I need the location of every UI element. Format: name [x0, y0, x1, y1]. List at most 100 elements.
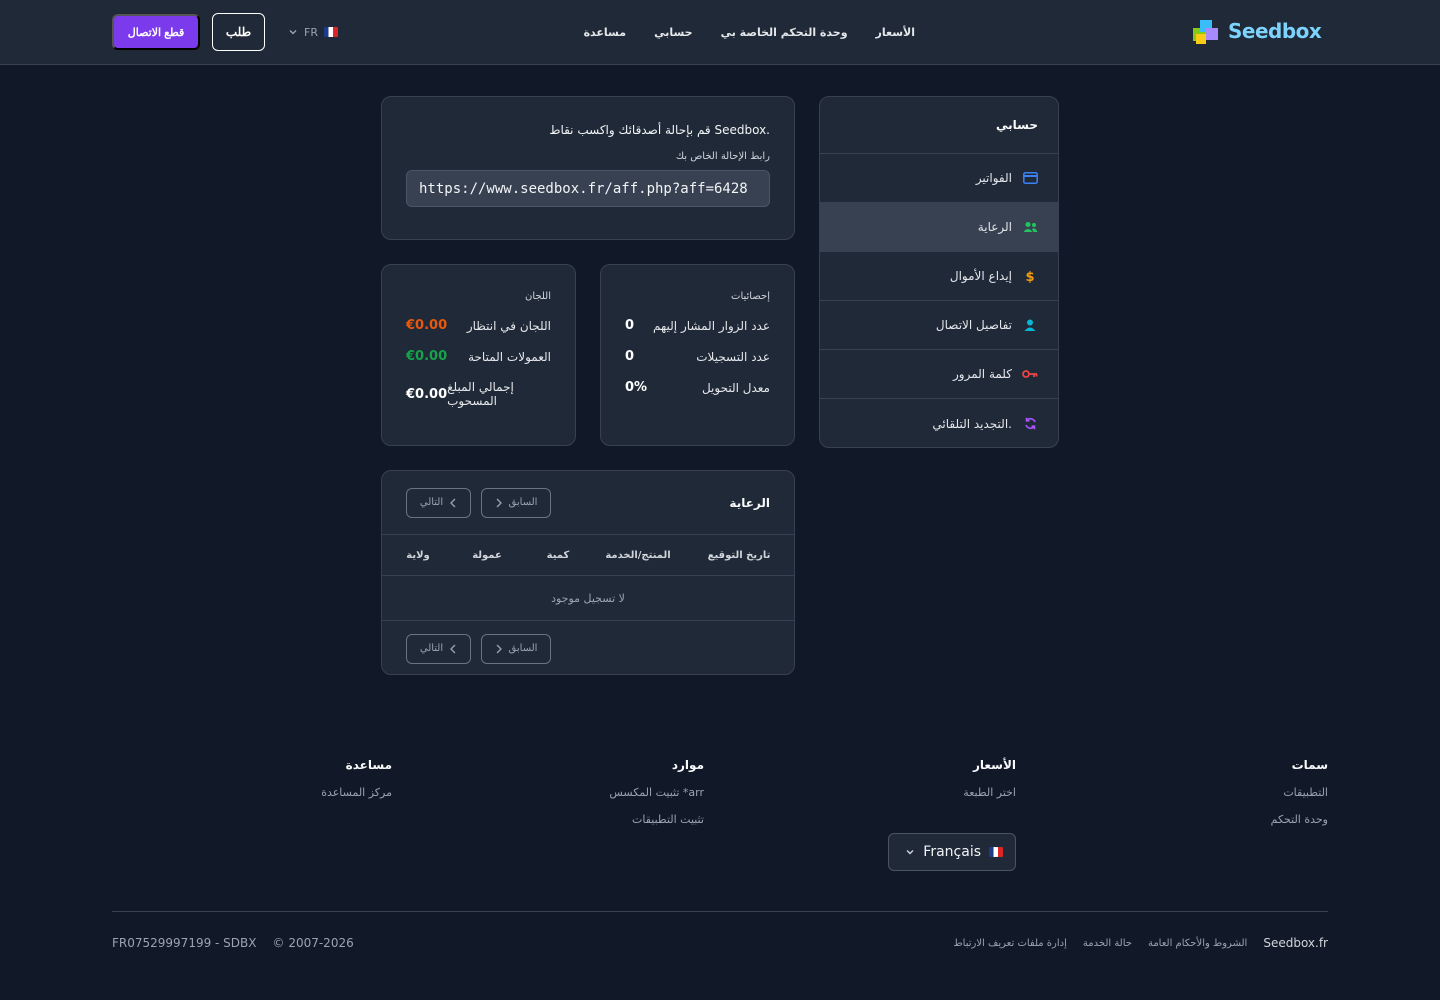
sidebar-item-label: التجديد التلقائي. — [932, 416, 1012, 431]
previous-label: السابق — [508, 497, 538, 508]
stat-value: 0 — [625, 349, 635, 364]
key-icon — [1022, 366, 1038, 382]
sidebar-item-contact-details[interactable]: تفاصيل الاتصال — [820, 301, 1058, 350]
sidebar-item-invoices[interactable]: الفواتير — [820, 154, 1058, 203]
main-nav: الأسعار وحدة التحكم الخاصة بي حسابي مساع… — [584, 0, 915, 64]
column-quantity[interactable]: كمية — [524, 550, 592, 561]
refresh-icon — [1022, 416, 1038, 432]
commissions-card: اللجان اللجان في انتظار €0.00 العمولات ا… — [381, 264, 576, 446]
footer-link-choose-edition[interactable]: اختر الطبعة — [963, 786, 1016, 799]
commission-label: العمولات المتاحة — [468, 349, 551, 364]
chevron-left-icon — [450, 644, 456, 653]
referral-link-label: رابط الإحالة الخاص بك — [675, 151, 770, 162]
nav-my-account[interactable]: حسابي — [654, 26, 693, 39]
nav-pricing[interactable]: الأسعار — [876, 26, 915, 39]
sidebar-item-password[interactable]: كلمة المرور — [820, 350, 1058, 399]
commission-value: €0.00 — [406, 318, 448, 333]
dollar-icon: $ — [1022, 268, 1038, 284]
french-flag-icon — [989, 847, 1003, 857]
column-product[interactable]: المنتج/الخدمة — [592, 550, 684, 561]
sidebar-item-label: تفاصيل الاتصال — [935, 318, 1012, 332]
stat-label: معدل التحويل — [701, 380, 770, 395]
footer-column-features: سمات التطبيقات وحدة التحكم — [1271, 758, 1328, 826]
footer-link-service-status[interactable]: حالة الخدمة — [1083, 938, 1132, 949]
stat-label: عدد التسجيلات — [696, 349, 770, 364]
sidebar-item-sponsorship[interactable]: الرعاية — [820, 203, 1058, 252]
chevron-down-icon — [906, 850, 914, 855]
order-button[interactable]: طلب — [212, 13, 265, 51]
footer-brand[interactable]: Seedbox.fr — [1263, 936, 1328, 950]
table-empty-message: لا تسجيل موجود — [382, 576, 794, 621]
sidebar-item-label: الرعاية — [977, 220, 1012, 234]
statistics-card: إحصائيات عدد الزوار المشار إليهم 0 عدد ا… — [600, 264, 795, 446]
table-header-bar: الرعاية السابق التالي — [382, 471, 794, 535]
chevron-right-icon — [496, 644, 502, 653]
nav-help[interactable]: مساعدة — [584, 26, 627, 39]
commission-row-withdrawn: إجمالي المبلغ المسحوب €0.00 — [406, 380, 551, 408]
chevron-down-icon — [289, 30, 297, 35]
column-status[interactable]: ولاية — [386, 550, 450, 561]
column-signup-date[interactable]: تاريخ التوقيع — [684, 550, 794, 561]
footer-link-help-center[interactable]: مركز المساعدة — [321, 786, 392, 799]
sidebar-item-auto-renew[interactable]: التجديد التلقائي. — [820, 399, 1058, 447]
previous-label: السابق — [508, 643, 538, 654]
footer-column-pricing: الأسعار اختر الطبعة — [963, 758, 1016, 799]
stat-value: 0 — [625, 318, 635, 333]
commission-label: اللجان في انتظار — [466, 318, 551, 333]
footer-link-install-arr[interactable]: تثبيت المكسس *arr — [609, 786, 704, 799]
user-icon — [1022, 317, 1038, 333]
footer-column-title: الأسعار — [972, 758, 1016, 772]
sponsorship-table-card: الرعاية السابق التالي تاريخ التوقيع المن… — [381, 470, 795, 675]
footer-link-console[interactable]: وحدة التحكم — [1271, 813, 1328, 826]
stat-row-conversion: معدل التحويل 0% — [625, 380, 770, 395]
pagination-top: السابق التالي — [406, 487, 551, 518]
logout-button[interactable]: قطع الاتصال — [112, 14, 200, 50]
top-navbar: Seedbox الأسعار وحدة التحكم الخاصة بي حس… — [0, 0, 1440, 65]
svg-text:$: $ — [1025, 270, 1034, 283]
seedbox-logo[interactable]: Seedbox — [1192, 14, 1322, 48]
french-flag-icon — [323, 27, 338, 37]
footer-copyright: FR07529997199 - SDBX © 2007-2026 — [112, 936, 354, 950]
footer-link-terms[interactable]: الشروط والأحكام العامة — [1148, 938, 1247, 949]
next-button[interactable]: التالي — [406, 487, 471, 518]
footer-column-title: موارد — [671, 758, 704, 772]
previous-button[interactable]: السابق — [481, 633, 551, 664]
users-icon — [1022, 219, 1038, 235]
logo-cubes-icon — [1193, 20, 1218, 44]
footer-column-help: مساعدة مركز المساعدة — [321, 758, 392, 799]
footer-language-label: Français — [923, 844, 981, 860]
sidebar-item-label: إيداع الأموال — [949, 269, 1012, 283]
commission-row-pending: اللجان في انتظار €0.00 — [406, 318, 551, 333]
account-sidebar: حسابي الفواتير الرعاية $ إيداع الأموال ت… — [819, 96, 1059, 448]
chevron-left-icon — [450, 498, 456, 507]
previous-button[interactable]: السابق — [481, 487, 551, 518]
nav-my-console[interactable]: وحدة التحكم الخاصة بي — [721, 26, 848, 39]
sidebar-item-deposit[interactable]: $ إيداع الأموال — [820, 252, 1058, 301]
footer-column-resources: موارد تثبيت المكسس *arr تثبيت التطبيقات — [609, 758, 704, 826]
commissions-title: اللجان — [525, 291, 551, 302]
next-button[interactable]: التالي — [406, 633, 471, 664]
statistics-title: إحصائيات — [731, 291, 770, 302]
sidebar-item-label: الفواتير — [975, 171, 1012, 185]
commission-value: €0.00 — [406, 349, 448, 364]
chevron-right-icon — [496, 498, 502, 507]
column-commission[interactable]: عمولة — [450, 550, 524, 561]
footer-divider — [112, 911, 1328, 912]
referral-card: قم بإحالة أصدقائك واكسب نقاط Seedbox. را… — [381, 96, 795, 240]
language-selector[interactable]: FR — [288, 22, 338, 42]
footer-column-title: سمات — [1291, 758, 1328, 772]
logo-text: Seedbox — [1228, 19, 1322, 43]
sidebar-title: حسابي — [820, 97, 1058, 154]
language-code: FR — [304, 25, 318, 39]
footer-language-select[interactable]: Français — [888, 833, 1016, 871]
table-footer-bar: السابق التالي — [382, 621, 794, 674]
footer-link-install-apps[interactable]: تثبيت التطبيقات — [609, 813, 704, 826]
table-column-headers: تاريخ التوقيع المنتج/الخدمة كمية عمولة و… — [382, 535, 794, 576]
credit-card-icon — [1022, 170, 1038, 186]
footer-link-cookies[interactable]: إدارة ملفات تعريف الارتباط — [953, 938, 1066, 949]
footer-link-apps[interactable]: التطبيقات — [1271, 786, 1328, 799]
sidebar-item-label: كلمة المرور — [952, 367, 1012, 381]
pagination-bottom: السابق التالي — [406, 633, 551, 664]
footer-legal-links: Seedbox.fr الشروط والأحكام العامة حالة ا… — [953, 936, 1328, 950]
referral-link-field[interactable]: https://www.seedbox.fr/aff.php?aff=6428 — [406, 170, 770, 207]
